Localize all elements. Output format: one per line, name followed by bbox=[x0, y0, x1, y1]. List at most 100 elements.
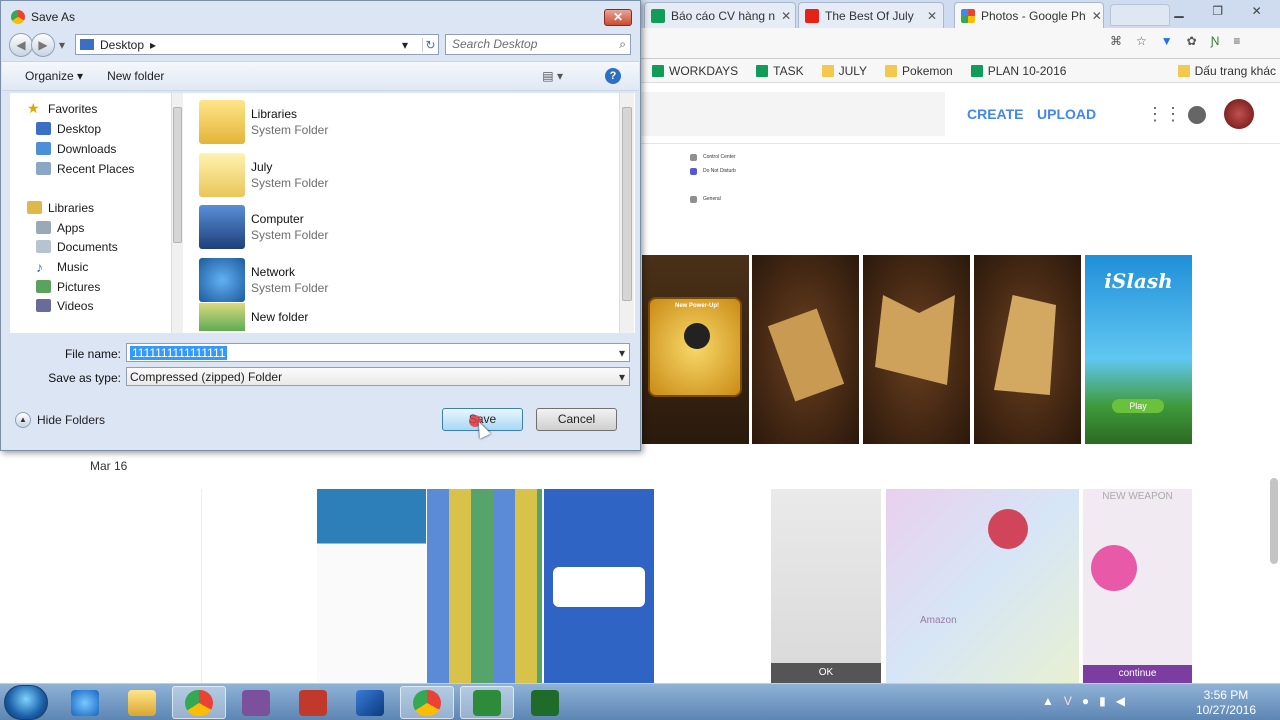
volume-icon[interactable]: ◀ bbox=[1116, 694, 1125, 708]
photo-thumbnail[interactable] bbox=[317, 489, 426, 683]
save-type-select[interactable]: Compressed (zipped) Folder ▾ bbox=[126, 367, 630, 386]
bookmark-task[interactable]: TASK bbox=[756, 64, 804, 78]
photo-thumbnail[interactable]: Amazon bbox=[886, 489, 1079, 683]
close-icon[interactable]: ✕ bbox=[781, 9, 791, 23]
file-list-scrollbar[interactable] bbox=[619, 93, 634, 333]
search-input[interactable]: Search Desktop ⌕ bbox=[445, 34, 631, 55]
start-button[interactable] bbox=[4, 685, 48, 720]
file-item[interactable]: Computer System Folder bbox=[199, 202, 328, 252]
extension-icon[interactable]: ✿ bbox=[1187, 34, 1197, 48]
hide-folders-button[interactable]: ▲ Hide Folders bbox=[15, 412, 105, 428]
photo-thumbnail[interactable]: OK bbox=[771, 489, 881, 683]
chevron-down-icon[interactable]: ▾ bbox=[615, 370, 629, 384]
avatar[interactable] bbox=[1224, 99, 1254, 129]
tray-icon[interactable]: ● bbox=[1082, 694, 1089, 708]
nav-documents[interactable]: Documents bbox=[36, 237, 118, 256]
taskbar-ie[interactable] bbox=[58, 686, 112, 719]
nav-downloads[interactable]: Downloads bbox=[36, 139, 116, 158]
photos-search-bar[interactable] bbox=[640, 92, 945, 136]
nav-scrollbar[interactable] bbox=[171, 93, 183, 333]
notifications-icon[interactable] bbox=[1188, 106, 1206, 124]
upload-button[interactable]: UPLOAD bbox=[1037, 106, 1096, 122]
taskbar-camtasia[interactable] bbox=[460, 686, 514, 719]
apps-grid-icon[interactable]: ⋮⋮ bbox=[1146, 104, 1182, 125]
scrollbar-thumb[interactable] bbox=[173, 107, 182, 243]
taskbar-explorer[interactable] bbox=[115, 686, 169, 719]
history-dropdown-icon[interactable]: ▾ bbox=[59, 38, 65, 52]
photo-thumbnail[interactable] bbox=[656, 489, 767, 683]
folder-icon bbox=[821, 64, 834, 77]
extension-icon[interactable]: Ɲ bbox=[1211, 34, 1220, 48]
photo-thumbnail[interactable] bbox=[974, 255, 1081, 444]
photo-thumbnail[interactable] bbox=[863, 255, 970, 444]
dialog-close-button[interactable]: ✕ bbox=[604, 9, 632, 26]
file-item[interactable]: Network System Folder bbox=[199, 255, 328, 305]
cancel-button[interactable]: Cancel bbox=[536, 408, 617, 431]
close-icon[interactable]: ✕ bbox=[927, 9, 937, 23]
file-item[interactable]: New folder bbox=[199, 303, 308, 331]
nav-pictures[interactable]: Pictures bbox=[36, 277, 100, 296]
minimize-icon[interactable]: ▁ bbox=[1174, 4, 1183, 22]
bookmark-other[interactable]: Dấu trang khác bbox=[1177, 64, 1276, 78]
nav-favorites[interactable]: ★ Favorites bbox=[27, 99, 97, 118]
view-options-icon[interactable]: ▤ ▾ bbox=[542, 69, 563, 83]
photo-thumbnail[interactable]: New Power-Up! bbox=[642, 255, 749, 444]
translate-icon[interactable]: ⌘ bbox=[1110, 34, 1122, 48]
file-name-input[interactable]: 1111111111111111 ▾ bbox=[126, 343, 630, 362]
clock[interactable]: 3:56 PM 10/27/2016 bbox=[1196, 688, 1256, 718]
menu-icon[interactable]: ≡ bbox=[1233, 34, 1240, 48]
nav-videos[interactable]: Videos bbox=[36, 296, 93, 315]
nav-music[interactable]: ♪ Music bbox=[36, 257, 88, 276]
file-item[interactable]: Libraries System Folder bbox=[199, 97, 328, 147]
back-button[interactable]: ◀ bbox=[9, 33, 33, 57]
star-icon[interactable]: ☆ bbox=[1136, 34, 1147, 48]
nav-libraries[interactable]: Libraries bbox=[27, 198, 94, 217]
help-icon[interactable]: ? bbox=[605, 68, 621, 84]
photo-thumbnail[interactable] bbox=[90, 489, 202, 683]
photo-thumbnail[interactable] bbox=[427, 489, 542, 683]
network-icon[interactable]: ▮ bbox=[1099, 694, 1106, 708]
photo-thumbnail[interactable] bbox=[752, 255, 859, 444]
tray-icon[interactable]: ▲ bbox=[1042, 694, 1054, 708]
taskbar-camtasia[interactable] bbox=[518, 686, 572, 719]
bookmark-workdays[interactable]: WORKDAYS bbox=[652, 64, 738, 78]
close-icon[interactable]: ✕ bbox=[1092, 9, 1102, 23]
bookmark-july[interactable]: JULY bbox=[821, 64, 867, 78]
scrollbar-thumb[interactable] bbox=[622, 107, 632, 301]
bookmark-plan[interactable]: PLAN 10-2016 bbox=[970, 64, 1066, 78]
taskbar-app[interactable] bbox=[343, 686, 397, 719]
tab-sheets[interactable]: Báo cáo CV hàng n ✕ bbox=[644, 2, 796, 28]
address-bar[interactable]: Desktop ▸ ▾ ↻ bbox=[75, 34, 439, 55]
file-item[interactable]: July System Folder bbox=[199, 150, 328, 200]
taskbar-chrome[interactable] bbox=[400, 686, 454, 719]
photo-thumbnail[interactable]: iSlash Play bbox=[1085, 255, 1192, 444]
organize-button[interactable]: Organize ▾ bbox=[25, 69, 83, 83]
create-button[interactable]: CREATE bbox=[967, 106, 1024, 122]
tab-google-photos[interactable]: Photos - Google Ph ✕ bbox=[954, 2, 1104, 28]
photo-thumbnail[interactable] bbox=[544, 489, 654, 683]
chevron-right-icon[interactable]: ▸ bbox=[150, 38, 156, 52]
bookmark-pokemon[interactable]: Pokemon bbox=[885, 64, 953, 78]
taskbar-viber[interactable] bbox=[229, 686, 283, 719]
tab-youtube[interactable]: The Best Of July ✕ bbox=[798, 2, 944, 28]
photo-thumbnail[interactable] bbox=[203, 489, 316, 683]
photo-thumbnail[interactable]: NEW WEAPON continue bbox=[1083, 489, 1192, 683]
forward-button[interactable]: ▶ bbox=[31, 33, 55, 57]
chevron-down-icon[interactable]: ▾ bbox=[615, 346, 629, 360]
breadcrumb[interactable]: Desktop bbox=[100, 38, 144, 52]
file-name-value[interactable]: 1111111111111111 bbox=[130, 345, 228, 360]
antivirus-icon[interactable]: V bbox=[1064, 694, 1072, 708]
refresh-icon[interactable]: ↻ bbox=[422, 37, 438, 52]
new-folder-button[interactable]: New folder bbox=[107, 69, 164, 83]
close-icon[interactable]: ✕ bbox=[1252, 4, 1262, 22]
maximize-icon[interactable]: ❐ bbox=[1212, 4, 1223, 22]
taskbar-app[interactable] bbox=[286, 686, 340, 719]
chevron-down-icon[interactable]: ▾ bbox=[402, 38, 416, 52]
nav-desktop[interactable]: Desktop bbox=[36, 119, 101, 138]
nav-recent-places[interactable]: Recent Places bbox=[36, 159, 134, 178]
extension-icon[interactable]: ▼ bbox=[1161, 34, 1173, 48]
settings-screenshot[interactable]: Control Center Do Not Disturb General bbox=[690, 146, 806, 210]
nav-apps[interactable]: Apps bbox=[36, 218, 84, 237]
page-scrollbar[interactable] bbox=[1270, 478, 1278, 564]
taskbar-chrome[interactable] bbox=[172, 686, 226, 719]
